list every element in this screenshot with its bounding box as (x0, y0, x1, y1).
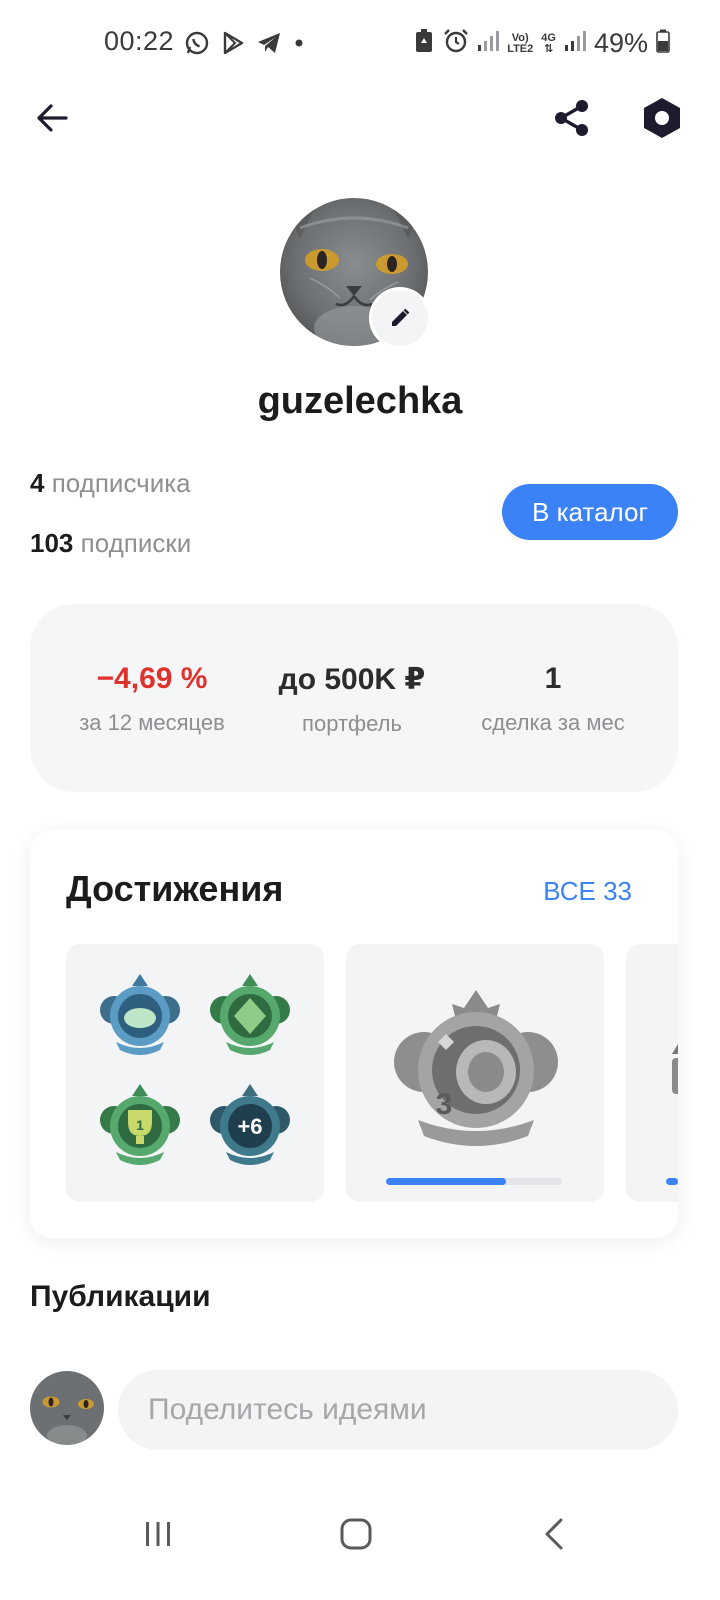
whatsapp-icon (184, 30, 210, 61)
achievement-next-progress (666, 1178, 678, 1185)
share-icon (555, 100, 588, 136)
achievement-next-tile[interactable] (626, 944, 678, 1202)
settings-button[interactable] (634, 90, 690, 146)
trophy-number: 1 (136, 1117, 144, 1133)
signal-2-icon (564, 29, 586, 58)
publications-title: Публикации (30, 1280, 211, 1313)
back-button[interactable] (24, 90, 80, 146)
stat-deals: 1 сделка за мес (468, 662, 638, 736)
followers-label: подписчика (51, 468, 191, 498)
status-bar: 00:22 Vo) LTE2 4G ⇅ 49% (0, 0, 720, 88)
catalog-button[interactable]: В каталог (502, 484, 678, 540)
share-button[interactable] (544, 90, 600, 146)
edit-avatar-button[interactable] (372, 290, 428, 346)
publication-input[interactable] (118, 1370, 678, 1450)
system-icons: Vo) LTE2 4G ⇅ 49% (413, 28, 670, 59)
settings-hex-icon (644, 98, 680, 138)
stats-card[interactable]: −4,69 % за 12 месяцев до 500K ₽ портфель… (30, 604, 678, 792)
stat-deals-label: сделка за мес (481, 710, 625, 735)
achievement-next-progress-fill (666, 1178, 678, 1185)
following-count: 103 (30, 528, 74, 558)
stat-portfolio-value: до 500K ₽ (278, 663, 426, 696)
stats-fade (618, 604, 678, 792)
recent-apps-button[interactable] (128, 1504, 188, 1564)
stat-portfolio-label: портфель (302, 711, 402, 736)
recent-apps-icon (146, 1522, 170, 1546)
followers-count: 4 (30, 468, 45, 498)
play-store-icon (220, 30, 246, 61)
profile-avatar-wrap (280, 198, 428, 346)
more-dot-icon (292, 30, 306, 61)
home-icon (340, 1518, 372, 1550)
chevron-left-icon (545, 1518, 563, 1550)
volte-label: Vo) LTE2 (507, 31, 534, 55)
following-label: подписки (80, 528, 192, 558)
medal-blue-icon (100, 974, 180, 1055)
stat-return: −4,69 % за 12 месяцев (70, 662, 234, 736)
battery-icon (656, 29, 670, 58)
battery-saver-icon (413, 28, 435, 59)
signal-1-icon (477, 29, 500, 58)
telegram-icon (256, 30, 282, 61)
medal-partial-icon (672, 1044, 678, 1094)
medal-level: 3 (436, 1088, 453, 1121)
stat-portfolio: до 500K ₽ портфель (270, 662, 434, 737)
achievements-summary-tile[interactable]: 1 +6 (66, 944, 324, 1202)
system-nav-bar (0, 1480, 720, 1600)
medal-green-diamond-icon (210, 974, 290, 1055)
arrow-left-icon (37, 104, 68, 132)
top-bar (0, 88, 720, 152)
medal-more-icon: +6 (210, 1084, 290, 1165)
home-button[interactable] (326, 1504, 386, 1564)
achievements-all-link[interactable]: ВСЕ 33 (543, 876, 632, 907)
pencil-icon (392, 308, 410, 326)
notification-icons (184, 30, 306, 61)
following-link[interactable]: 103 подписки (30, 528, 191, 559)
stat-return-label: за 12 месяцев (79, 710, 225, 735)
followers-link[interactable]: 4 подписчика (30, 468, 191, 499)
achievement-progress-bar (386, 1178, 562, 1185)
achievements-title: Достижения (66, 868, 284, 909)
stat-deals-value: 1 (544, 662, 562, 695)
publication-avatar (30, 1371, 104, 1445)
medal-trophy-icon: 1 (100, 1084, 180, 1165)
stat-return-value: −4,69 % (96, 662, 208, 695)
achievement-featured-tile[interactable]: 3 (346, 944, 604, 1202)
status-time: 00:22 (104, 26, 175, 56)
achievement-progress-fill (386, 1178, 506, 1185)
battery-percent: 49% (593, 28, 648, 58)
username: guzelechka (257, 380, 463, 422)
medal-silver-coin-icon: 3 (394, 990, 558, 1146)
achievements-card: Достижения ВСЕ 33 1 +6 3 (30, 830, 678, 1238)
extra-badges-count: +6 (237, 1114, 262, 1139)
alarm-icon (443, 28, 469, 59)
network-4g-label: 4G ⇅ (541, 31, 556, 55)
system-back-button[interactable] (524, 1504, 584, 1564)
